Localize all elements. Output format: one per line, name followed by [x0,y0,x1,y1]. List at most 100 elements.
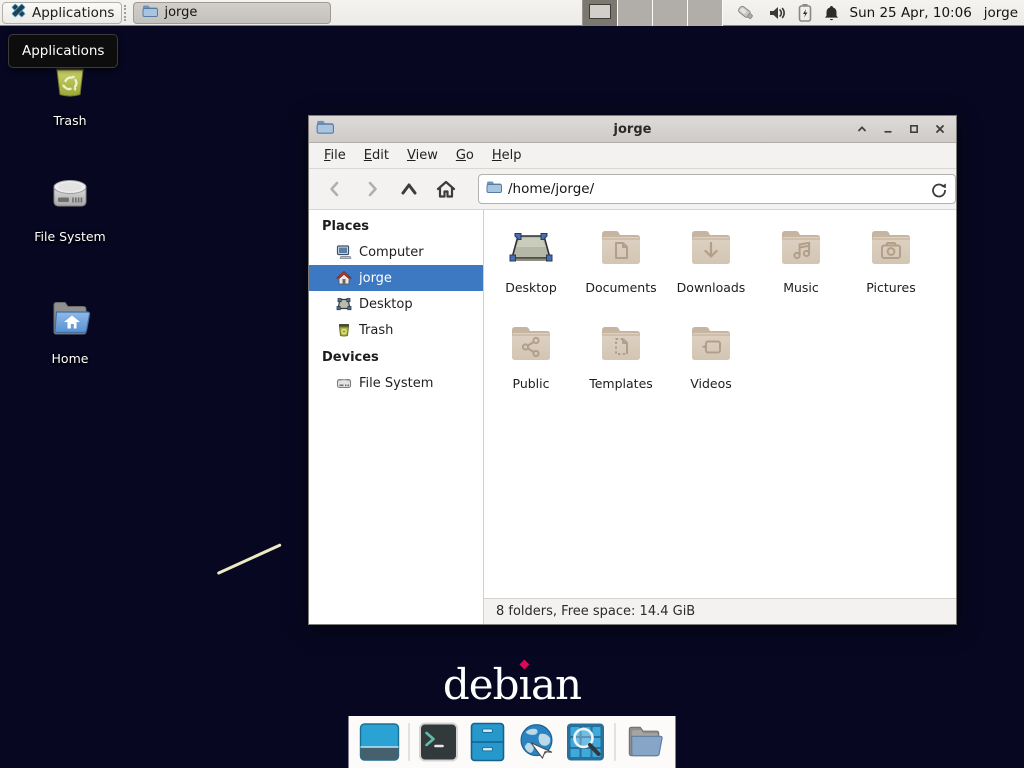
menu-edit[interactable]: Edit [355,143,398,168]
sidebar-item-label: jorge [359,271,392,286]
taskbar-folder-icon [142,3,158,23]
folder-item-public[interactable]: Public [486,319,576,391]
sidebar-item-label: Computer [359,245,424,260]
folder-item-documents[interactable]: Documents [576,223,666,295]
debian-logo: debıan [443,660,581,709]
desktop-icon-home[interactable]: Home [0,292,140,366]
folder-label: Downloads [677,280,746,295]
desktop-special-icon [507,223,555,275]
music-folder-icon [777,223,825,275]
back-button[interactable] [323,176,347,202]
volume-icon[interactable] [768,4,787,22]
workspace-switcher[interactable] [582,0,723,26]
sidebar-item-desktop[interactable]: Desktop [309,291,483,317]
panel-handle [124,5,131,21]
debian-logo-i: ı [519,660,531,709]
dock-separator [409,723,410,761]
folder-item-videos[interactable]: Videos [666,319,756,391]
forward-button[interactable] [360,176,384,202]
downloads-folder-icon [687,223,735,275]
taskbar-window-label: jorge [164,5,197,20]
folder-label: Music [783,280,819,295]
folder-view[interactable]: Desktop Documents [484,210,956,598]
devices-header: Devices [309,346,483,370]
minimize-button[interactable] [881,122,895,136]
sidebar: Places Computer jorge [309,210,484,624]
path-input[interactable] [508,181,925,197]
panel-right-group: Sun 25 Apr, 10:06 jorge [582,0,1024,25]
folder-item-downloads[interactable]: Downloads [666,223,756,295]
pictures-folder-icon [867,223,915,275]
home-button[interactable] [434,176,458,202]
file-manager-folder-icon[interactable] [625,722,665,762]
folder-item-pictures[interactable]: Pictures [846,223,936,295]
folder-label: Templates [589,376,653,391]
up-button[interactable] [397,176,421,202]
debian-logo-text: an [531,660,581,709]
system-tray [735,3,840,23]
workspace-1[interactable] [583,0,618,26]
desktop-icon-file-system[interactable]: File System [0,170,140,244]
tooltip-text: Applications [22,43,104,59]
folder-item-music[interactable]: Music [756,223,846,295]
sidebar-item-label: Desktop [359,297,413,312]
public-folder-icon [507,319,555,371]
panel-username[interactable]: jorge [984,5,1018,21]
applications-menu-label: Applications [32,5,114,21]
workspace-3[interactable] [653,0,688,26]
workspace-2[interactable] [618,0,653,26]
menu-file[interactable]: File [315,143,355,168]
sidebar-item-computer[interactable]: Computer [309,239,483,265]
workspace-window-preview [589,4,611,19]
panel-clock[interactable]: Sun 25 Apr, 10:06 [850,5,972,21]
graphics-tablet-icon[interactable] [735,3,757,23]
menu-go[interactable]: Go [447,143,483,168]
sidebar-item-file-system[interactable]: File System [309,370,483,396]
web-browser-icon[interactable] [517,722,557,762]
notifications-bell-icon[interactable] [823,4,840,22]
window-content: Places Computer jorge [309,210,956,624]
statusbar-text: 8 folders, Free space: 14.4 GiB [496,604,695,619]
maximize-button[interactable] [907,122,921,136]
dock-separator [615,723,616,761]
close-button[interactable] [933,122,947,136]
xfce-applications-icon [10,2,27,23]
path-bar[interactable] [478,174,956,204]
folder-item-desktop[interactable]: Desktop [486,223,576,295]
desktop-scratch-line [217,543,282,575]
applications-tooltip: Applications [8,34,118,68]
taskbar-window-button[interactable]: jorge [133,2,331,24]
applications-menu-button[interactable]: Applications [2,2,122,24]
trash-icon [336,322,352,338]
drive-icon [336,375,352,391]
hard-drive-icon [46,170,94,222]
folder-label: Pictures [866,280,916,295]
sidebar-item-trash[interactable]: Trash [309,317,483,343]
dock-panel [349,716,676,768]
battery-charging-icon[interactable] [798,3,812,22]
file-cabinet-icon[interactable] [468,722,508,762]
titlebar[interactable]: jorge [309,116,956,143]
path-folder-icon [486,179,502,199]
statusbar: 8 folders, Free space: 14.4 GiB [484,598,956,624]
application-finder-icon[interactable] [566,722,606,762]
desktop-icon-label: File System [34,229,106,244]
window-controls [855,122,956,136]
debian-logo-text: deb [443,660,519,709]
menu-view[interactable]: View [398,143,447,168]
workspace-4[interactable] [688,0,723,26]
folder-label: Videos [690,376,732,391]
desktop-icon-label: Home [52,351,89,366]
folder-label: Documents [585,280,656,295]
show-desktop-icon[interactable] [360,722,400,762]
templates-folder-icon [597,319,645,371]
folder-item-templates[interactable]: Templates [576,319,666,391]
sidebar-item-label: Trash [359,323,393,338]
terminal-icon[interactable] [419,722,459,762]
videos-folder-icon [687,319,735,371]
desktop-icon [336,296,352,312]
sidebar-item-jorge[interactable]: jorge [309,265,483,291]
menu-help[interactable]: Help [483,143,531,168]
reload-icon[interactable] [930,181,948,199]
shade-button[interactable] [855,122,869,136]
